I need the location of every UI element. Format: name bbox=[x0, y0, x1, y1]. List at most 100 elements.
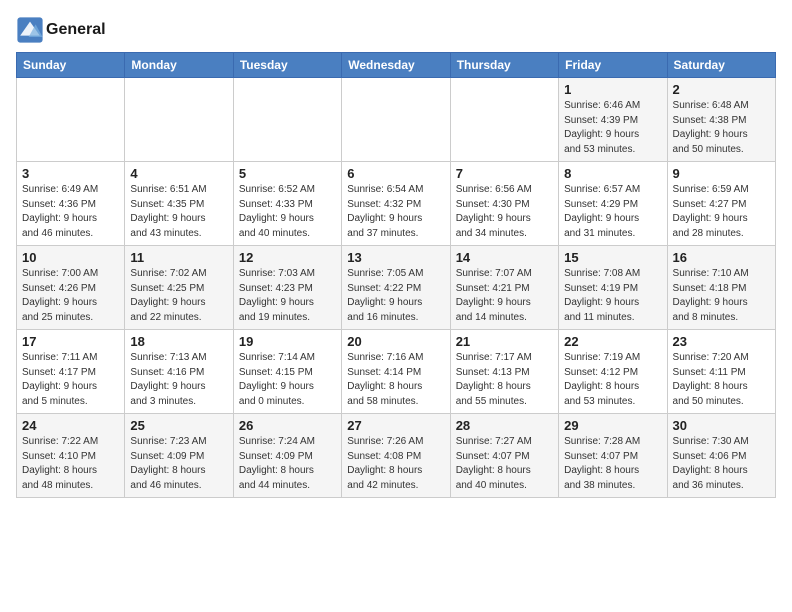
calendar-cell: 23 Sunrise: 7:20 AM Sunset: 4:11 PM Dayli… bbox=[667, 330, 775, 414]
day-number: 12 bbox=[239, 250, 336, 265]
calendar-cell: 13 Sunrise: 7:05 AM Sunset: 4:22 PM Dayli… bbox=[342, 246, 450, 330]
day-number: 29 bbox=[564, 418, 661, 433]
day-info: Sunrise: 6:48 AM Sunset: 4:38 PM Dayligh… bbox=[673, 99, 770, 157]
calendar-cell: 28 Sunrise: 7:27 AM Sunset: 4:07 PM Dayli… bbox=[450, 414, 558, 498]
day-info: Sunrise: 7:20 AM Sunset: 4:11 PM Dayligh… bbox=[673, 351, 770, 409]
calendar-cell: 16 Sunrise: 7:10 AM Sunset: 4:18 PM Dayli… bbox=[667, 246, 775, 330]
calendar-cell: 26 Sunrise: 7:24 AM Sunset: 4:09 PM Dayli… bbox=[233, 414, 341, 498]
day-number: 14 bbox=[456, 250, 553, 265]
day-number: 9 bbox=[673, 166, 770, 181]
calendar-body: 1Sunrise: 6:46 AM Sunset: 4:39 PM Daylig… bbox=[17, 78, 776, 498]
calendar-cell: 5Sunrise: 6:52 AM Sunset: 4:33 PM Daylig… bbox=[233, 162, 341, 246]
week-row-3: 10 Sunrise: 7:00 AM Sunset: 4:26 PM Dayli… bbox=[17, 246, 776, 330]
calendar-cell: 18 Sunrise: 7:13 AM Sunset: 4:16 PM Dayli… bbox=[125, 330, 233, 414]
day-number: 30 bbox=[673, 418, 770, 433]
day-number: 8 bbox=[564, 166, 661, 181]
day-number: 7 bbox=[456, 166, 553, 181]
header-cell-friday: Friday bbox=[559, 53, 667, 78]
day-number: 15 bbox=[564, 250, 661, 265]
day-info: Sunrise: 7:00 AM Sunset: 4:26 PM Dayligh… bbox=[22, 267, 119, 325]
day-info: Sunrise: 7:08 AM Sunset: 4:19 PM Dayligh… bbox=[564, 267, 661, 325]
day-number: 22 bbox=[564, 334, 661, 349]
day-info: Sunrise: 7:05 AM Sunset: 4:22 PM Dayligh… bbox=[347, 267, 444, 325]
day-info: Sunrise: 7:27 AM Sunset: 4:07 PM Dayligh… bbox=[456, 435, 553, 493]
logo: General bbox=[16, 16, 106, 44]
calendar-cell: 25 Sunrise: 7:23 AM Sunset: 4:09 PM Dayli… bbox=[125, 414, 233, 498]
calendar-cell: 7 Sunrise: 6:56 AM Sunset: 4:30 PM Daylig… bbox=[450, 162, 558, 246]
day-info: Sunrise: 7:24 AM Sunset: 4:09 PM Dayligh… bbox=[239, 435, 336, 493]
day-info: Sunrise: 7:07 AM Sunset: 4:21 PM Dayligh… bbox=[456, 267, 553, 325]
day-info: Sunrise: 6:49 AM Sunset: 4:36 PM Dayligh… bbox=[22, 183, 119, 241]
day-number: 11 bbox=[130, 250, 227, 265]
day-number: 19 bbox=[239, 334, 336, 349]
calendar-cell: 19 Sunrise: 7:14 AM Sunset: 4:15 PM Dayli… bbox=[233, 330, 341, 414]
calendar-cell: 11 Sunrise: 7:02 AM Sunset: 4:25 PM Dayli… bbox=[125, 246, 233, 330]
calendar-cell: 22Sunrise: 7:19 AM Sunset: 4:12 PM Dayli… bbox=[559, 330, 667, 414]
week-row-1: 1Sunrise: 6:46 AM Sunset: 4:39 PM Daylig… bbox=[17, 78, 776, 162]
calendar-cell: 21Sunrise: 7:17 AM Sunset: 4:13 PM Dayli… bbox=[450, 330, 558, 414]
header-cell-tuesday: Tuesday bbox=[233, 53, 341, 78]
calendar-cell: 2Sunrise: 6:48 AM Sunset: 4:38 PM Daylig… bbox=[667, 78, 775, 162]
calendar-cell: 14 Sunrise: 7:07 AM Sunset: 4:21 PM Dayli… bbox=[450, 246, 558, 330]
day-number: 10 bbox=[22, 250, 119, 265]
calendar-cell bbox=[125, 78, 233, 162]
header-cell-sunday: Sunday bbox=[17, 53, 125, 78]
calendar-cell: 12 Sunrise: 7:03 AM Sunset: 4:23 PM Dayli… bbox=[233, 246, 341, 330]
header-row: SundayMondayTuesdayWednesdayThursdayFrid… bbox=[17, 53, 776, 78]
day-number: 23 bbox=[673, 334, 770, 349]
header-cell-wednesday: Wednesday bbox=[342, 53, 450, 78]
day-number: 13 bbox=[347, 250, 444, 265]
logo-text: General bbox=[46, 21, 106, 39]
calendar-cell: 4Sunrise: 6:51 AM Sunset: 4:35 PM Daylig… bbox=[125, 162, 233, 246]
day-info: Sunrise: 7:10 AM Sunset: 4:18 PM Dayligh… bbox=[673, 267, 770, 325]
day-info: Sunrise: 7:03 AM Sunset: 4:23 PM Dayligh… bbox=[239, 267, 336, 325]
calendar-cell: 29 Sunrise: 7:28 AM Sunset: 4:07 PM Dayli… bbox=[559, 414, 667, 498]
day-number: 17 bbox=[22, 334, 119, 349]
day-number: 28 bbox=[456, 418, 553, 433]
day-info: Sunrise: 7:02 AM Sunset: 4:25 PM Dayligh… bbox=[130, 267, 227, 325]
calendar-cell: 8Sunrise: 6:57 AM Sunset: 4:29 PM Daylig… bbox=[559, 162, 667, 246]
day-info: Sunrise: 6:54 AM Sunset: 4:32 PM Dayligh… bbox=[347, 183, 444, 241]
calendar-table: SundayMondayTuesdayWednesdayThursdayFrid… bbox=[16, 52, 776, 498]
day-number: 18 bbox=[130, 334, 227, 349]
day-info: Sunrise: 7:13 AM Sunset: 4:16 PM Dayligh… bbox=[130, 351, 227, 409]
day-number: 26 bbox=[239, 418, 336, 433]
calendar-cell: 3 Sunrise: 6:49 AM Sunset: 4:36 PM Daylig… bbox=[17, 162, 125, 246]
calendar-cell: 17 Sunrise: 7:11 AM Sunset: 4:17 PM Dayli… bbox=[17, 330, 125, 414]
day-number: 21 bbox=[456, 334, 553, 349]
day-number: 27 bbox=[347, 418, 444, 433]
day-info: Sunrise: 7:30 AM Sunset: 4:06 PM Dayligh… bbox=[673, 435, 770, 493]
day-info: Sunrise: 7:16 AM Sunset: 4:14 PM Dayligh… bbox=[347, 351, 444, 409]
day-info: Sunrise: 7:14 AM Sunset: 4:15 PM Dayligh… bbox=[239, 351, 336, 409]
day-info: Sunrise: 7:11 AM Sunset: 4:17 PM Dayligh… bbox=[22, 351, 119, 409]
header: General bbox=[16, 12, 776, 44]
calendar-header: SundayMondayTuesdayWednesdayThursdayFrid… bbox=[17, 53, 776, 78]
calendar-cell: 6 Sunrise: 6:54 AM Sunset: 4:32 PM Daylig… bbox=[342, 162, 450, 246]
page-container: General SundayMondayTuesdayWednesdayThur… bbox=[0, 0, 792, 506]
day-number: 25 bbox=[130, 418, 227, 433]
logo-icon bbox=[16, 16, 44, 44]
day-info: Sunrise: 7:28 AM Sunset: 4:07 PM Dayligh… bbox=[564, 435, 661, 493]
calendar-cell: 9Sunrise: 6:59 AM Sunset: 4:27 PM Daylig… bbox=[667, 162, 775, 246]
calendar-cell: 30 Sunrise: 7:30 AM Sunset: 4:06 PM Dayli… bbox=[667, 414, 775, 498]
day-info: Sunrise: 6:46 AM Sunset: 4:39 PM Dayligh… bbox=[564, 99, 661, 157]
week-row-2: 3 Sunrise: 6:49 AM Sunset: 4:36 PM Daylig… bbox=[17, 162, 776, 246]
day-number: 6 bbox=[347, 166, 444, 181]
calendar-cell: 10 Sunrise: 7:00 AM Sunset: 4:26 PM Dayli… bbox=[17, 246, 125, 330]
day-info: Sunrise: 6:56 AM Sunset: 4:30 PM Dayligh… bbox=[456, 183, 553, 241]
day-number: 16 bbox=[673, 250, 770, 265]
calendar-cell bbox=[233, 78, 341, 162]
header-cell-thursday: Thursday bbox=[450, 53, 558, 78]
calendar-cell: 27Sunrise: 7:26 AM Sunset: 4:08 PM Dayli… bbox=[342, 414, 450, 498]
week-row-5: 24 Sunrise: 7:22 AM Sunset: 4:10 PM Dayli… bbox=[17, 414, 776, 498]
day-info: Sunrise: 7:22 AM Sunset: 4:10 PM Dayligh… bbox=[22, 435, 119, 493]
calendar-cell bbox=[450, 78, 558, 162]
day-number: 24 bbox=[22, 418, 119, 433]
day-info: Sunrise: 6:51 AM Sunset: 4:35 PM Dayligh… bbox=[130, 183, 227, 241]
header-cell-monday: Monday bbox=[125, 53, 233, 78]
day-info: Sunrise: 7:23 AM Sunset: 4:09 PM Dayligh… bbox=[130, 435, 227, 493]
header-cell-saturday: Saturday bbox=[667, 53, 775, 78]
calendar-cell bbox=[17, 78, 125, 162]
calendar-cell: 24 Sunrise: 7:22 AM Sunset: 4:10 PM Dayli… bbox=[17, 414, 125, 498]
day-number: 3 bbox=[22, 166, 119, 181]
